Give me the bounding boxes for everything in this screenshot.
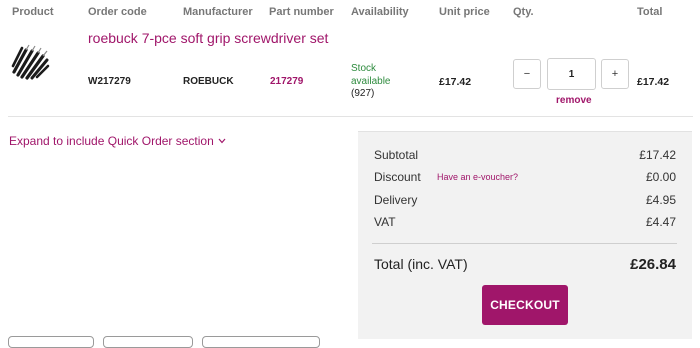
line-total: £17.42 — [637, 76, 670, 88]
e-voucher-link[interactable]: Have an e-voucher? — [437, 172, 518, 182]
checkout-button[interactable]: CHECKOUT — [482, 285, 568, 325]
expand-quick-order-label: Expand to include Quick Order section — [9, 134, 214, 148]
delivery-label: Delivery — [374, 193, 418, 207]
bottom-button-2[interactable] — [103, 336, 193, 348]
header-product: Product — [12, 6, 54, 18]
header-total: Total — [637, 6, 663, 18]
product-name-link[interactable]: roebuck 7-pce soft grip screwdriver set — [88, 30, 328, 46]
discount-label: Discount — [374, 170, 421, 184]
order-code: W217279 — [88, 76, 131, 87]
header-order-code: Order code — [88, 6, 147, 18]
bottom-button-1[interactable] — [8, 336, 94, 348]
discount-value: £0.00 — [645, 170, 676, 184]
header-availability: Availability — [351, 6, 409, 18]
vat-value: £4.47 — [645, 215, 676, 229]
decrease-quantity-button[interactable]: − — [513, 59, 541, 89]
vat-label: VAT — [374, 215, 396, 229]
chevron-down-icon — [218, 138, 226, 144]
summary-divider — [372, 243, 677, 244]
header-manufacturer: Manufacturer — [183, 6, 253, 18]
stock-label: Stock — [351, 63, 377, 74]
total-value: £26.84 — [630, 256, 676, 273]
screwdriver-set-icon — [11, 44, 50, 80]
stock-count: (927) — [351, 88, 375, 99]
part-number: 217279 — [270, 76, 304, 87]
subtotal-value: £17.42 — [639, 148, 676, 162]
stock-available-label: available — [351, 75, 391, 87]
expand-quick-order-link[interactable]: Expand to include Quick Order section — [9, 134, 226, 148]
bottom-button-3[interactable] — [202, 336, 320, 348]
quantity-input[interactable] — [547, 58, 596, 90]
availability: Stock available (927) — [351, 63, 390, 101]
unit-price: £17.42 — [439, 76, 472, 88]
header-unit-price: Unit price — [439, 6, 490, 18]
total-label: Total (inc. VAT) — [374, 256, 468, 272]
subtotal-label: Subtotal — [374, 148, 419, 162]
manufacturer: ROEBUCK — [183, 76, 234, 87]
row-divider — [8, 116, 693, 117]
remove-link[interactable]: remove — [556, 95, 592, 106]
header-qty: Qty. — [513, 6, 534, 18]
product-image[interactable] — [10, 42, 50, 82]
header-part-number: Part number — [269, 6, 334, 18]
increase-quantity-button[interactable]: + — [601, 59, 629, 89]
delivery-value: £4.95 — [645, 193, 676, 207]
